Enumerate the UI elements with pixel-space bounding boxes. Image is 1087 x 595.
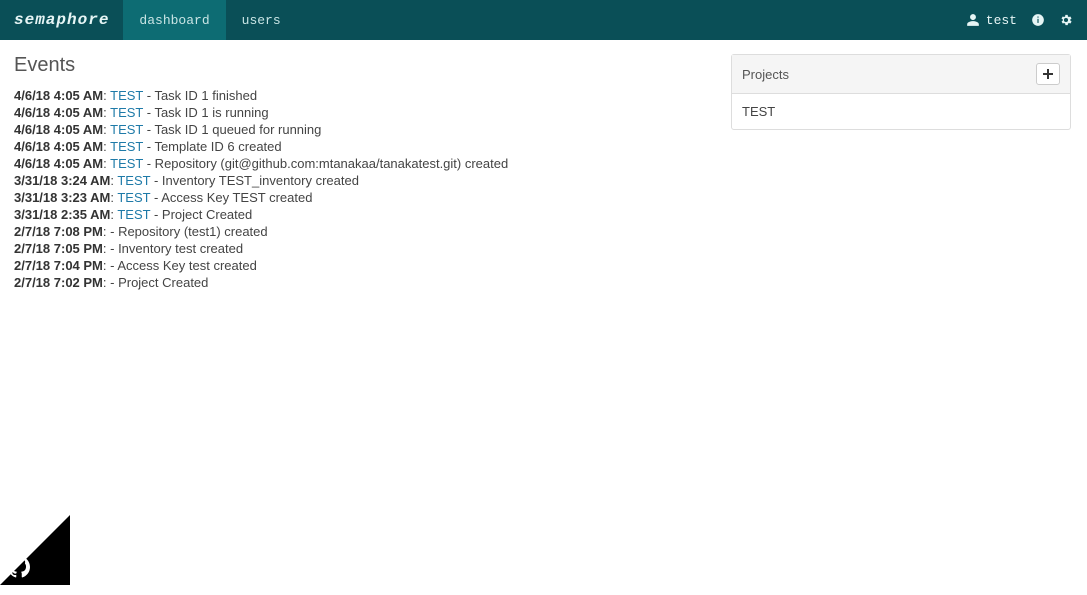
- event-line: 3/31/18 3:24 AM: TEST - Inventory TEST_i…: [14, 172, 711, 189]
- event-line: 3/31/18 2:35 AM: TEST - Project Created: [14, 206, 711, 223]
- event-line: 4/6/18 4:05 AM: TEST - Task ID 1 finishe…: [14, 87, 711, 104]
- event-line: 2/7/18 7:04 PM: - Access Key test create…: [14, 257, 711, 274]
- github-icon: [8, 556, 30, 578]
- event-line: 3/31/18 3:23 AM: TEST - Access Key TEST …: [14, 189, 711, 206]
- event-time: 3/31/18 3:23 AM: [14, 190, 110, 205]
- project-item[interactable]: TEST: [742, 104, 1060, 119]
- event-line: 4/6/18 4:05 AM: TEST - Task ID 1 is runn…: [14, 104, 711, 121]
- event-time: 2/7/18 7:04 PM: [14, 258, 103, 273]
- event-time: 2/7/18 7:08 PM: [14, 224, 103, 239]
- gear-icon[interactable]: [1059, 13, 1073, 27]
- event-project-link[interactable]: TEST: [110, 105, 143, 120]
- projects-panel: Projects TEST: [731, 54, 1071, 130]
- event-line: 4/6/18 4:05 AM: TEST - Repository (git@g…: [14, 155, 711, 172]
- user-menu[interactable]: test: [966, 13, 1017, 28]
- event-line: 2/7/18 7:05 PM: - Inventory test created: [14, 240, 711, 257]
- event-time: 2/7/18 7:02 PM: [14, 275, 103, 290]
- events-list: 4/6/18 4:05 AM: TEST - Task ID 1 finishe…: [14, 87, 711, 291]
- add-project-button[interactable]: [1036, 63, 1060, 85]
- event-time: 2/7/18 7:05 PM: [14, 241, 103, 256]
- event-time: 4/6/18 4:05 AM: [14, 156, 103, 171]
- navbar: semaphore dashboard users test: [0, 0, 1087, 40]
- event-line: 2/7/18 7:02 PM: - Project Created: [14, 274, 711, 291]
- event-project-link[interactable]: TEST: [110, 122, 143, 137]
- event-project-link[interactable]: TEST: [110, 88, 143, 103]
- projects-heading: Projects: [742, 67, 789, 82]
- event-time: 4/6/18 4:05 AM: [14, 122, 103, 137]
- user-icon: [966, 13, 980, 27]
- event-time: 4/6/18 4:05 AM: [14, 105, 103, 120]
- event-time: 3/31/18 2:35 AM: [14, 207, 110, 222]
- nav-right: test: [966, 0, 1087, 40]
- event-line: 4/6/18 4:05 AM: TEST - Template ID 6 cre…: [14, 138, 711, 155]
- nav-dashboard[interactable]: dashboard: [123, 0, 225, 40]
- event-project-link[interactable]: TEST: [117, 173, 150, 188]
- events-heading: Events: [14, 54, 711, 77]
- event-time: 4/6/18 4:05 AM: [14, 139, 103, 154]
- username-label: test: [986, 13, 1017, 28]
- projects-list: TEST: [732, 94, 1070, 129]
- event-project-link[interactable]: TEST: [110, 139, 143, 154]
- nav-users[interactable]: users: [226, 0, 297, 40]
- event-project-link[interactable]: TEST: [117, 207, 150, 222]
- event-project-link[interactable]: TEST: [117, 190, 150, 205]
- event-time: 3/31/18 3:24 AM: [14, 173, 110, 188]
- info-icon[interactable]: [1031, 13, 1045, 27]
- github-corner[interactable]: [0, 520, 70, 590]
- event-project-link[interactable]: TEST: [110, 156, 143, 171]
- plus-icon: [1043, 69, 1053, 79]
- event-line: 2/7/18 7:08 PM: - Repository (test1) cre…: [14, 223, 711, 240]
- event-time: 4/6/18 4:05 AM: [14, 88, 103, 103]
- event-line: 4/6/18 4:05 AM: TEST - Task ID 1 queued …: [14, 121, 711, 138]
- brand-logo[interactable]: semaphore: [0, 0, 123, 40]
